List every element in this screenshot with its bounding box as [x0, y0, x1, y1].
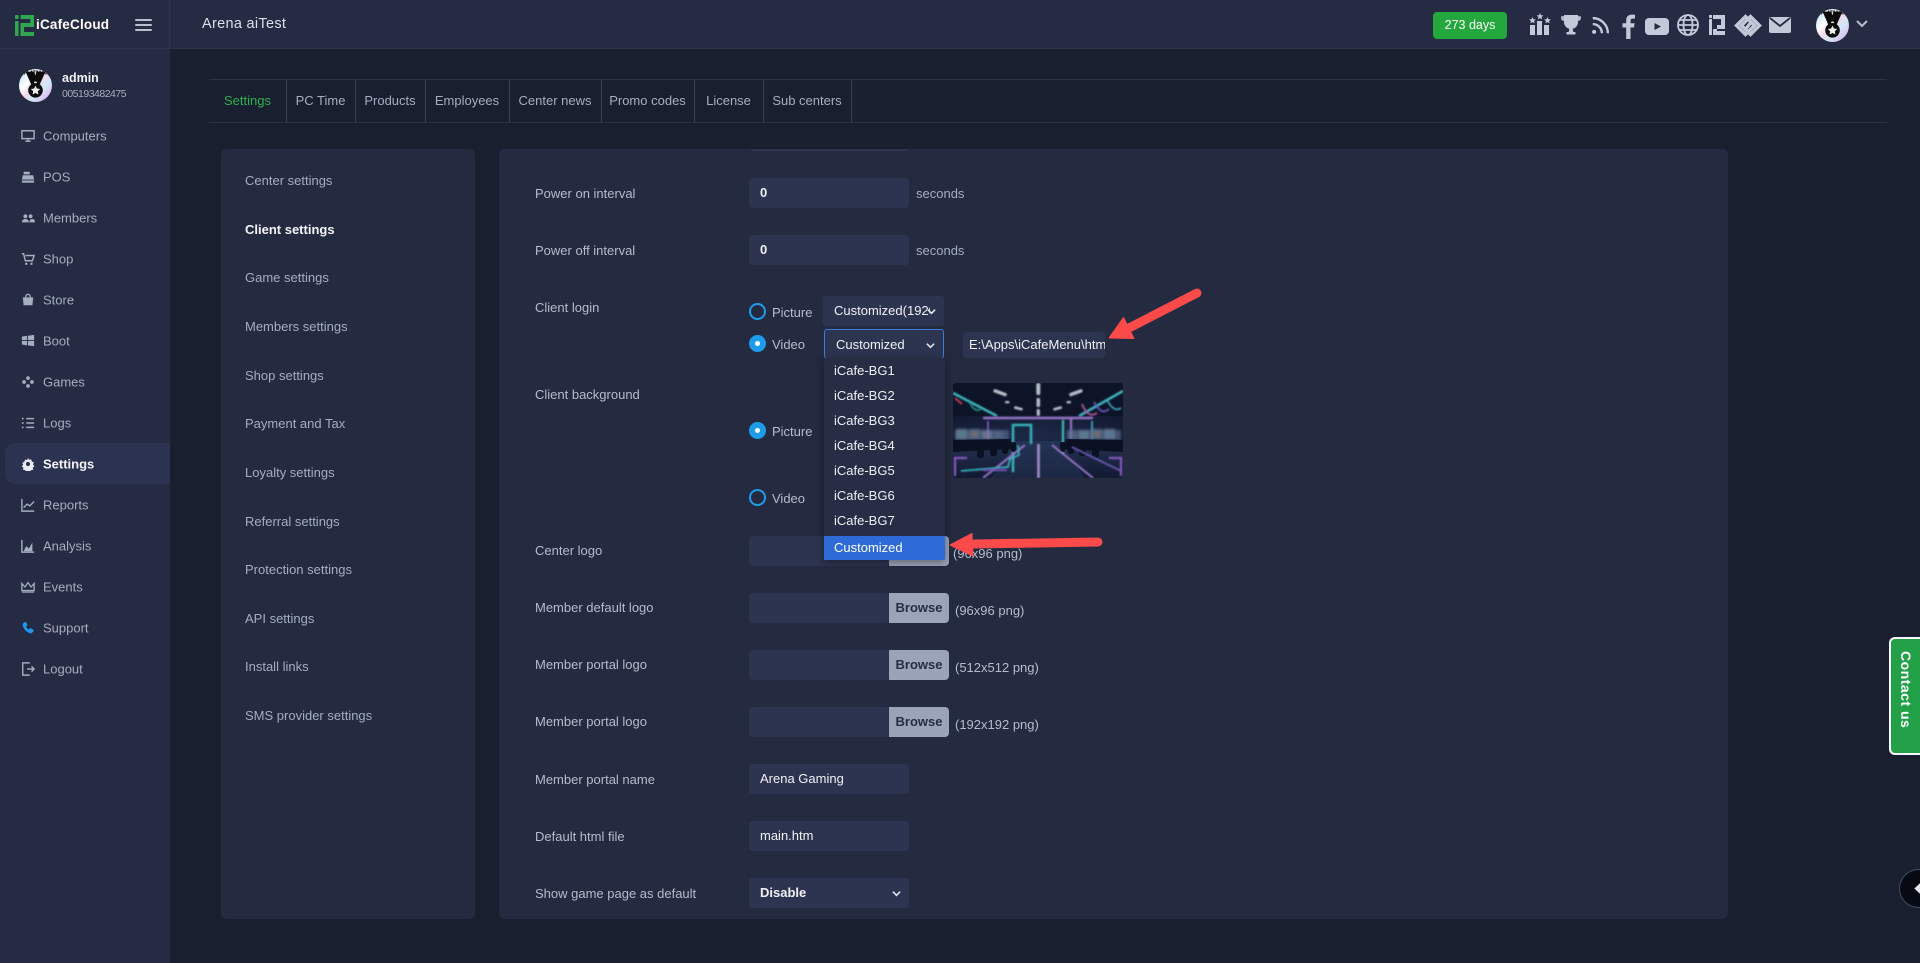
svg-text:PLATINUM: PLATINUM	[1821, 10, 1844, 16]
svg-text:PLATINUM: PLATINUM	[24, 70, 47, 76]
